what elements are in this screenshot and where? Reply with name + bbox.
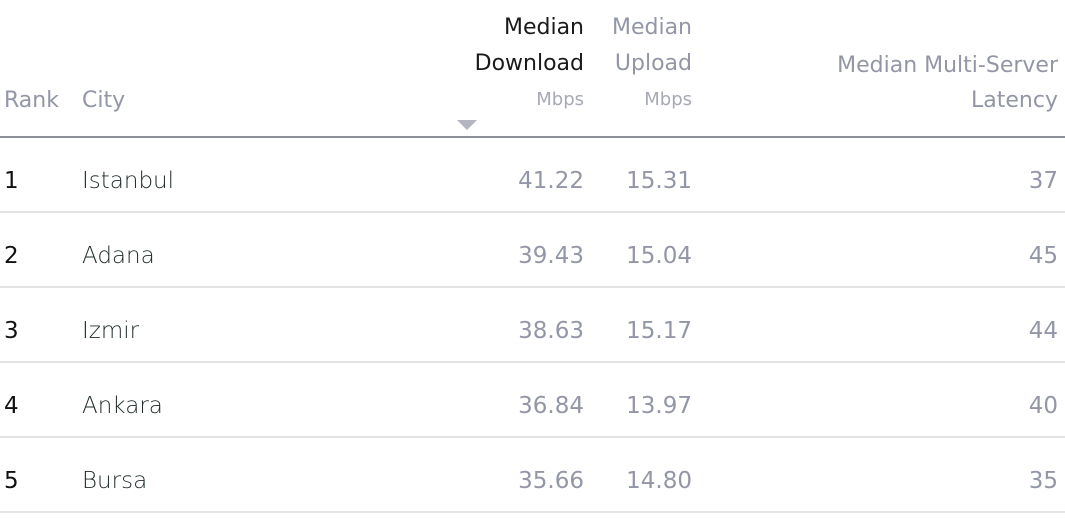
header-upload-line2[interactable]: Upload bbox=[615, 46, 692, 82]
download-cell: 41.22 bbox=[518, 168, 584, 194]
sort-down-triangle-icon[interactable] bbox=[457, 120, 477, 130]
city-cell[interactable]: Istanbul bbox=[82, 166, 174, 196]
table-row: 1 Istanbul 41.22 15.31 37 bbox=[0, 138, 1065, 213]
rank-cell: 1 bbox=[4, 168, 19, 194]
latency-cell: 37 bbox=[1028, 168, 1058, 194]
download-cell: 36.84 bbox=[518, 393, 584, 419]
table-row: 5 Bursa 35.66 14.80 35 bbox=[0, 438, 1065, 513]
city-cell[interactable]: Izmir bbox=[82, 316, 139, 346]
download-cell: 38.63 bbox=[518, 318, 584, 344]
latency-cell: 40 bbox=[1028, 393, 1058, 419]
header-download-unit: Mbps bbox=[536, 89, 584, 110]
row-divider bbox=[0, 511, 1065, 513]
table-row: 2 Adana 39.43 15.04 45 bbox=[0, 213, 1065, 288]
rank-cell: 2 bbox=[4, 243, 19, 269]
table-row: 4 Ankara 36.84 13.97 40 bbox=[0, 363, 1065, 438]
city-cell[interactable]: Ankara bbox=[82, 391, 163, 421]
header-latency-line1[interactable]: Median Multi-Server bbox=[837, 48, 1058, 84]
header-upload-line1[interactable]: Median bbox=[612, 10, 692, 46]
city-cell[interactable]: Adana bbox=[82, 241, 155, 271]
upload-cell: 13.97 bbox=[626, 393, 692, 419]
upload-cell: 14.80 bbox=[626, 468, 692, 494]
table-row: 3 Izmir 38.63 15.17 44 bbox=[0, 288, 1065, 363]
upload-cell: 15.17 bbox=[626, 318, 692, 344]
rank-cell: 5 bbox=[4, 468, 19, 494]
rank-cell: 4 bbox=[4, 393, 19, 419]
latency-cell: 35 bbox=[1028, 468, 1058, 494]
header-latency-line2[interactable]: Latency bbox=[971, 83, 1058, 119]
upload-cell: 15.04 bbox=[626, 243, 692, 269]
latency-cell: 44 bbox=[1028, 318, 1058, 344]
upload-cell: 15.31 bbox=[626, 168, 692, 194]
download-cell: 35.66 bbox=[518, 468, 584, 494]
header-rank[interactable]: Rank bbox=[4, 83, 59, 119]
city-cell[interactable]: Bursa bbox=[82, 466, 147, 496]
header-upload-unit: Mbps bbox=[644, 89, 692, 110]
download-cell: 39.43 bbox=[518, 243, 584, 269]
header-city[interactable]: City bbox=[82, 83, 125, 119]
header-download-line1[interactable]: Median bbox=[504, 10, 584, 46]
header-download-line2[interactable]: Download bbox=[475, 46, 584, 82]
rank-cell: 3 bbox=[4, 318, 19, 344]
latency-cell: 45 bbox=[1028, 243, 1058, 269]
